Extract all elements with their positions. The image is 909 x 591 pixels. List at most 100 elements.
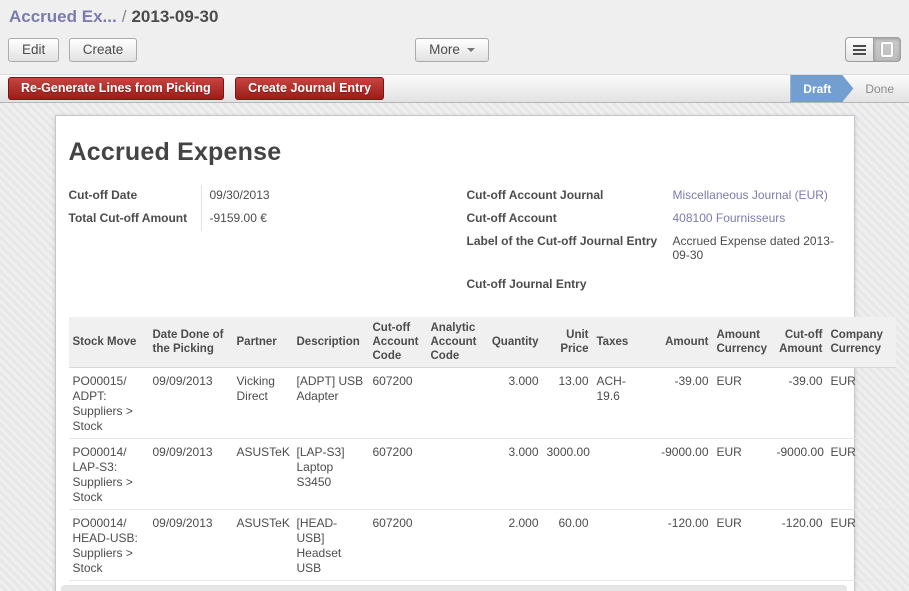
column-header[interactable]: Amount bbox=[653, 317, 713, 368]
create-journal-entry-button[interactable]: Create Journal Entry bbox=[235, 77, 384, 100]
table-cell: EUR bbox=[713, 368, 773, 439]
field-label: Total Cut-off Amount bbox=[69, 208, 201, 231]
column-header[interactable]: Quantity bbox=[485, 317, 543, 368]
table-row[interactable]: PO00015/ ADPT: Suppliers > Stock09/09/20… bbox=[69, 368, 896, 439]
table-cell: 3.000 bbox=[485, 439, 543, 510]
table-cell: 09/09/2013 bbox=[149, 510, 233, 581]
table-cell: 3.000 bbox=[485, 368, 543, 439]
table-row[interactable]: PO00014/ LAP-S3: Suppliers > Stock09/09/… bbox=[69, 439, 896, 510]
table-cell: Vicking Direct bbox=[233, 368, 293, 439]
create-button[interactable]: Create bbox=[69, 38, 138, 62]
table-cell: EUR bbox=[827, 368, 896, 439]
form-view-button[interactable] bbox=[873, 37, 901, 62]
table-cell: 13.00 bbox=[543, 368, 593, 439]
column-header[interactable]: Stock Move bbox=[69, 317, 149, 368]
field-cutoff-account-journal: Cut-off Account Journal Miscellaneous Jo… bbox=[467, 185, 841, 208]
status-draft: Draft bbox=[790, 75, 853, 102]
status-done: Done bbox=[865, 82, 909, 96]
table-cell: 09/09/2013 bbox=[149, 368, 233, 439]
table-cell: EUR bbox=[713, 510, 773, 581]
table-cell: -120.00 bbox=[653, 510, 713, 581]
table-cell bbox=[427, 439, 485, 510]
form-icon bbox=[881, 42, 893, 57]
table-cell bbox=[593, 439, 653, 510]
column-header[interactable]: Cut-off Amount bbox=[773, 317, 827, 368]
cutoff-lines-table: Stock MoveDate Done of the PickingPartne… bbox=[69, 317, 896, 581]
horizontal-scrollbar[interactable] bbox=[61, 585, 847, 591]
table-cell: -9000.00 bbox=[773, 439, 827, 510]
column-header[interactable]: Taxes bbox=[593, 317, 653, 368]
table-cell: 607200 bbox=[369, 368, 427, 439]
view-switcher bbox=[845, 37, 901, 62]
table-cell: 607200 bbox=[369, 510, 427, 581]
table-cell: [HEAD-USB] Headset USB bbox=[293, 510, 369, 581]
table-cell: PO00015/ ADPT: Suppliers > Stock bbox=[69, 368, 149, 439]
breadcrumb: Accrued Ex.../2013-09-30 bbox=[8, 7, 901, 27]
status-band: Re-Generate Lines from Picking Create Jo… bbox=[0, 74, 909, 103]
table-cell: EUR bbox=[713, 439, 773, 510]
regenerate-lines-button[interactable]: Re-Generate Lines from Picking bbox=[8, 77, 224, 100]
table-cell: -9000.00 bbox=[653, 439, 713, 510]
table-cell bbox=[427, 368, 485, 439]
field-cutoff-date: Cut-off Date 09/30/2013 bbox=[69, 185, 455, 208]
table-cell: 2.000 bbox=[485, 510, 543, 581]
field-value bbox=[665, 274, 841, 297]
toolbar: Edit Create More bbox=[8, 37, 901, 62]
table-row[interactable]: PO00014/ HEAD-USB: Suppliers > Stock09/0… bbox=[69, 510, 896, 581]
column-header[interactable]: Cut-off Account Code bbox=[369, 317, 427, 368]
table-header-row: Stock MoveDate Done of the PickingPartne… bbox=[69, 317, 896, 368]
column-header[interactable]: Amount Currency bbox=[713, 317, 773, 368]
list-view-button[interactable] bbox=[845, 37, 873, 62]
field-label: Cut-off Account Journal bbox=[467, 185, 665, 208]
table-cell: 60.00 bbox=[543, 510, 593, 581]
table-cell: -39.00 bbox=[773, 368, 827, 439]
chevron-down-icon bbox=[467, 48, 475, 56]
table-cell: 09/09/2013 bbox=[149, 439, 233, 510]
field-journal-entry-label: Label of the Cut-off Journal Entry Accru… bbox=[467, 231, 841, 262]
statusbar: Draft Done bbox=[790, 75, 909, 102]
table-cell: -39.00 bbox=[653, 368, 713, 439]
table-cell: PO00014/ HEAD-USB: Suppliers > Stock bbox=[69, 510, 149, 581]
table-cell: EUR bbox=[827, 439, 896, 510]
edit-button[interactable]: Edit bbox=[8, 38, 59, 62]
table-cell: PO00014/ LAP-S3: Suppliers > Stock bbox=[69, 439, 149, 510]
more-button[interactable]: More bbox=[415, 38, 489, 62]
app-window: Accrued Ex.../2013-09-30 Edit Create Mor… bbox=[0, 0, 909, 591]
table-cell: 607200 bbox=[369, 439, 427, 510]
more-button-label: More bbox=[429, 42, 460, 57]
field-value: Accrued Expense dated 2013-09-30 bbox=[665, 231, 841, 262]
table-cell: [LAP-S3] Laptop S3450 bbox=[293, 439, 369, 510]
content-area: Accrued Expense Cut-off Date 09/30/2013 … bbox=[0, 103, 909, 591]
field-label: Cut-off Journal Entry bbox=[467, 274, 665, 297]
field-cutoff-journal-entry: Cut-off Journal Entry bbox=[467, 274, 841, 297]
breadcrumb-parent[interactable]: Accrued Ex... bbox=[9, 7, 117, 26]
breadcrumb-current: 2013-09-30 bbox=[131, 7, 218, 26]
column-header[interactable]: Unit Price bbox=[543, 317, 593, 368]
table-cell bbox=[593, 510, 653, 581]
table-cell: 3000.00 bbox=[543, 439, 593, 510]
table-cell: ASUSTeK bbox=[233, 439, 293, 510]
field-total-cutoff-amount: Total Cut-off Amount -9159.00 € bbox=[69, 208, 455, 231]
field-cutoff-account: Cut-off Account 408100 Fournisseurs bbox=[467, 208, 841, 231]
cutoff-lines-table-wrap: Stock MoveDate Done of the PickingPartne… bbox=[69, 317, 896, 581]
table-cell: EUR bbox=[827, 510, 896, 581]
table-cell bbox=[427, 510, 485, 581]
table-cell: -120.00 bbox=[773, 510, 827, 581]
column-header[interactable]: Date Done of the Picking bbox=[149, 317, 233, 368]
field-group-left: Cut-off Date 09/30/2013 Total Cut-off Am… bbox=[69, 185, 455, 297]
field-value-link[interactable]: 408100 Fournisseurs bbox=[665, 208, 841, 231]
field-label: Label of the Cut-off Journal Entry bbox=[467, 231, 665, 262]
field-value-link[interactable]: Miscellaneous Journal (EUR) bbox=[665, 185, 841, 208]
column-header[interactable]: Company Currency bbox=[827, 317, 896, 368]
table-cell: ASUSTeK bbox=[233, 510, 293, 581]
column-header[interactable]: Analytic Account Code bbox=[427, 317, 485, 368]
field-label: Cut-off Date bbox=[69, 185, 201, 208]
column-header[interactable]: Description bbox=[293, 317, 369, 368]
column-header[interactable]: Partner bbox=[233, 317, 293, 368]
breadcrumb-separator: / bbox=[117, 7, 132, 26]
table-cell: ACH-19.6 bbox=[593, 368, 653, 439]
field-label: Cut-off Account bbox=[467, 208, 665, 231]
form-sheet: Accrued Expense Cut-off Date 09/30/2013 … bbox=[55, 115, 855, 591]
field-value: -9159.00 € bbox=[201, 208, 455, 231]
table-cell: [ADPT] USB Adapter bbox=[293, 368, 369, 439]
